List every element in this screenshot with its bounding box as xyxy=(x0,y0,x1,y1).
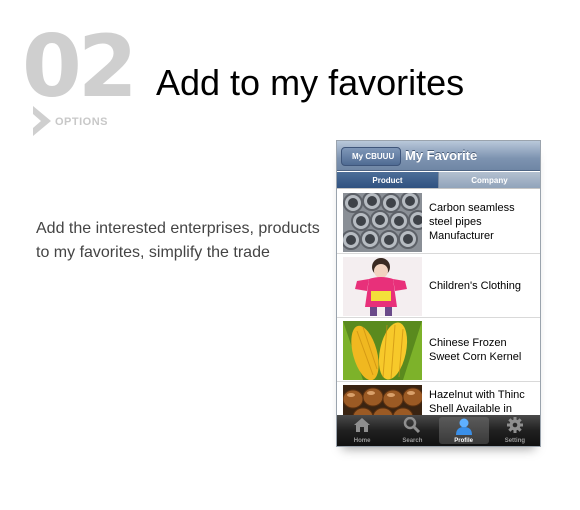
tab-label: Setting xyxy=(504,438,526,444)
home-icon xyxy=(354,418,371,432)
item-name: Children's Clothing xyxy=(429,279,521,292)
tab-bar: Home Search Profile Setting xyxy=(337,415,540,446)
tab-label: Search xyxy=(402,438,423,444)
segmented-control: Product Company xyxy=(337,172,540,189)
step-label: OPTIONS xyxy=(55,116,109,128)
feature-headline: Add to my favorites xyxy=(156,62,465,103)
list-item[interactable]: Hazelnut with Thinc Shell Available in xyxy=(337,382,540,417)
tab-label: Profile xyxy=(454,438,473,444)
corn-thumbnail xyxy=(343,321,422,380)
child-clothing-thumbnail xyxy=(343,257,422,316)
tab-profile[interactable]: Profile xyxy=(438,417,489,444)
gear-icon xyxy=(506,417,523,433)
hazelnuts-thumbnail xyxy=(343,385,422,417)
chevron-right-icon xyxy=(33,106,51,136)
tab-setting[interactable]: Setting xyxy=(490,415,540,446)
search-icon xyxy=(404,417,421,433)
item-name: Carbon seamless steel pipes Manufacturer xyxy=(429,201,515,242)
tab-label: Home xyxy=(353,438,371,444)
back-button[interactable]: My CBUUU xyxy=(341,147,402,166)
profile-icon xyxy=(455,418,472,435)
segment-company[interactable]: Company xyxy=(438,172,540,188)
list-item[interactable]: Children's Clothing xyxy=(337,254,540,318)
feature-description: Add the interested enterprises, products… xyxy=(36,220,320,261)
phone-screen: My CBUUU My Favorite Product Company Car… xyxy=(336,140,541,447)
tab-search[interactable]: Search xyxy=(387,415,437,446)
steel-pipes-thumbnail xyxy=(343,193,422,252)
nav-bar: My CBUUU My Favorite xyxy=(337,141,540,171)
segment-product[interactable]: Product xyxy=(337,172,438,188)
favorites-list: Carbon seamless steel pipes Manufacturer… xyxy=(337,190,540,417)
item-name: Hazelnut with Thinc Shell Available in xyxy=(429,389,525,415)
step-number: 02 xyxy=(22,17,138,117)
list-item[interactable]: Chinese Frozen Sweet Corn Kernel xyxy=(337,318,540,382)
tab-home[interactable]: Home xyxy=(337,415,387,446)
nav-title: My Favorite xyxy=(405,148,478,163)
item-name: Chinese Frozen Sweet Corn Kernel xyxy=(429,336,522,363)
list-item[interactable]: Carbon seamless steel pipes Manufacturer xyxy=(337,190,540,254)
